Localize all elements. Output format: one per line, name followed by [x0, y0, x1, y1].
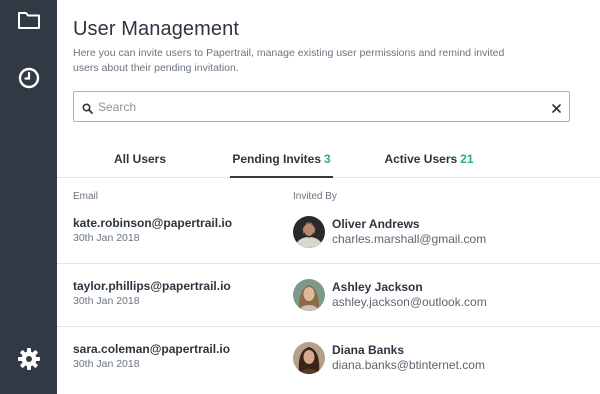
tab-active-users[interactable]: Active Users 21 — [379, 146, 479, 178]
search-icon — [82, 101, 93, 119]
avatar — [293, 342, 325, 374]
close-icon[interactable] — [551, 101, 562, 119]
tab-bar: All Users Pending Invites 3 Active Users 2… — [57, 146, 600, 178]
inviter-name: Ashley Jackson — [332, 280, 423, 294]
inviter-email: charles.marshall@gmail.com — [332, 232, 487, 246]
inviter-name: Oliver Andrews — [332, 217, 420, 231]
tab-count: 3 — [324, 152, 331, 166]
tab-count: 21 — [460, 152, 474, 166]
invite-date: 30th Jan 2018 — [73, 232, 140, 244]
tab-pending-invites[interactable]: Pending Invites 3 — [230, 146, 333, 178]
sidebar — [0, 0, 57, 394]
main-content: User Management Here you can invite user… — [57, 0, 600, 394]
inviter-name: Diana Banks — [332, 343, 405, 357]
invite-date: 30th Jan 2018 — [73, 358, 140, 370]
table-row[interactable]: kate.robinson@papertrail.io 30th Jan 201… — [57, 201, 600, 264]
invitee-email: taylor.phillips@papertrail.io — [73, 279, 231, 293]
search-box[interactable] — [73, 91, 570, 122]
tab-label: Active Users — [384, 152, 458, 166]
tab-label: Pending Invites — [232, 152, 321, 166]
search-input[interactable] — [98, 96, 538, 118]
clock-icon[interactable] — [0, 58, 57, 98]
avatar — [293, 216, 325, 248]
invitee-email: kate.robinson@papertrail.io — [73, 216, 233, 230]
tab-label: All Users — [113, 152, 167, 166]
inviter-email: ashley.jackson@outlook.com — [332, 295, 487, 309]
inviter-email: diana.banks@btinternet.com — [332, 358, 485, 372]
gear-icon[interactable] — [0, 339, 57, 379]
invitee-email: sara.coleman@papertrail.io — [73, 342, 231, 356]
folder-icon[interactable] — [0, 0, 57, 40]
table-row[interactable]: taylor.phillips@papertrail.io 30th Jan 2… — [57, 264, 600, 327]
avatar — [293, 279, 325, 311]
invite-date: 30th Jan 2018 — [73, 295, 140, 307]
page-title: User Management — [73, 18, 240, 40]
table-row[interactable]: sara.coleman@papertrail.io 30th Jan 2018… — [57, 327, 600, 394]
page-description: Here you can invite users to Papertrail,… — [73, 47, 505, 74]
tab-all-users[interactable]: All Users — [107, 146, 173, 178]
